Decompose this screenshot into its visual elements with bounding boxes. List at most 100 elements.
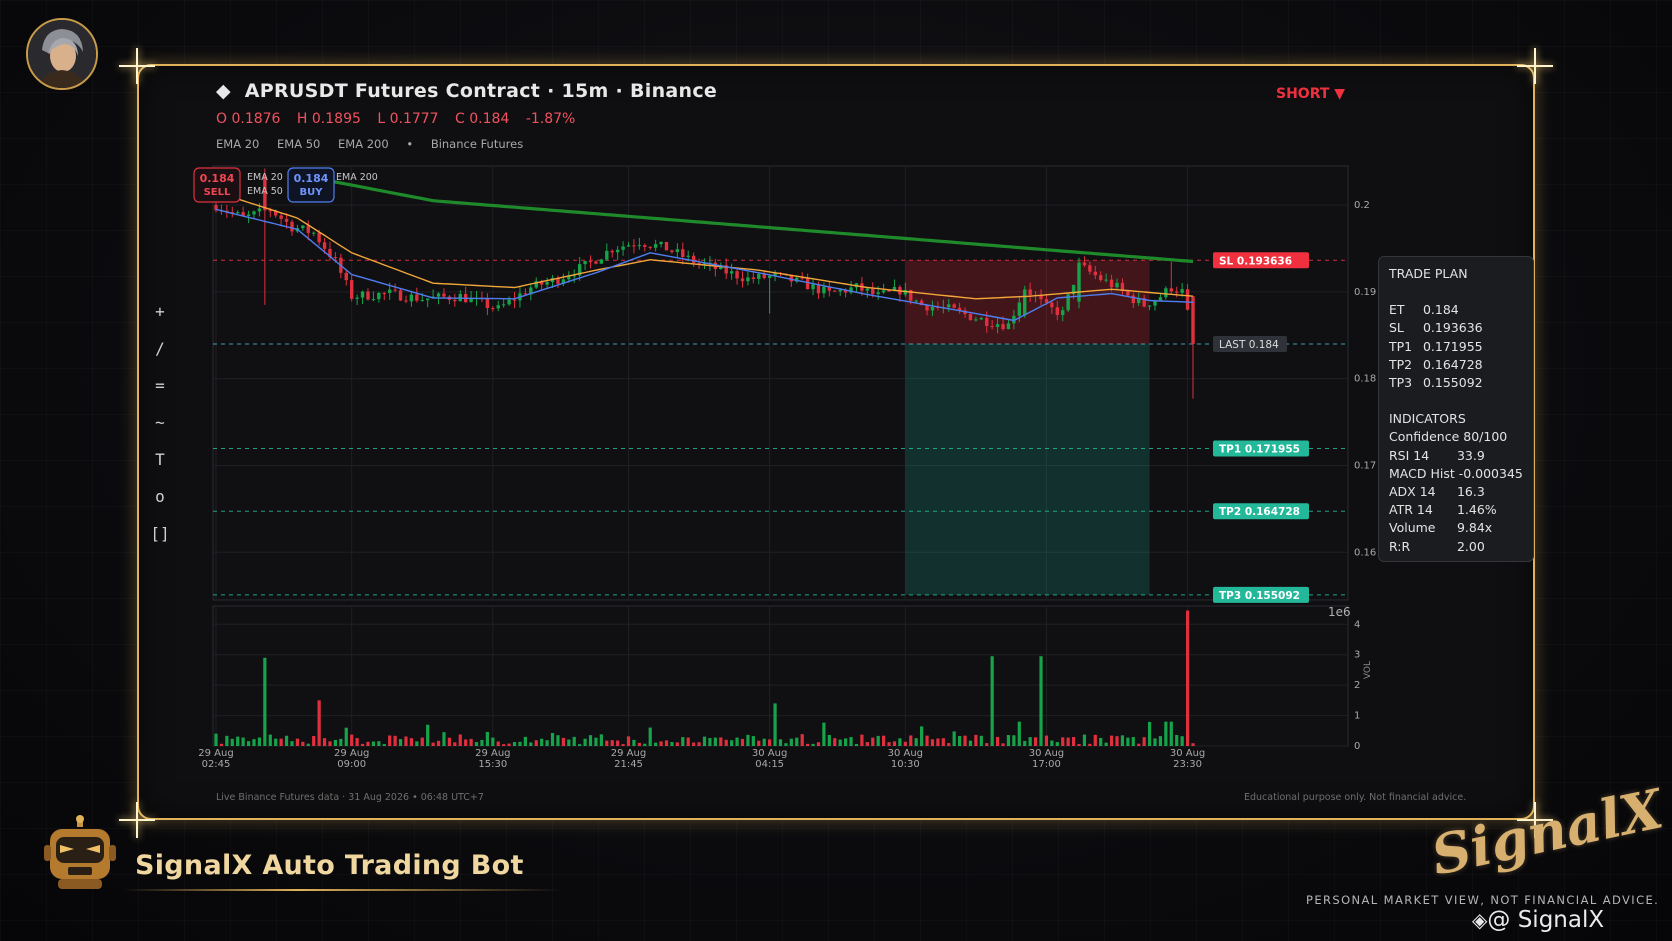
volume-bar [469, 738, 473, 746]
candle-body [398, 290, 403, 301]
candle-body [1039, 295, 1043, 300]
indicator-value: 9.84x [1453, 520, 1493, 536]
indicator-row: ADX 14 16.3 [1389, 483, 1523, 501]
volume-bar [214, 733, 218, 746]
volume-bar [1039, 656, 1043, 746]
volume-bar [610, 740, 614, 746]
candle-body [822, 286, 826, 294]
x-tick-date: 30 Aug [752, 748, 787, 759]
candle-body [1088, 265, 1092, 272]
volume-bar [529, 742, 533, 746]
candle-body [757, 273, 761, 279]
trade-plan-row: SL 0.193636 [1389, 319, 1523, 337]
volume-bar [1077, 743, 1081, 746]
volume-bar [1126, 737, 1130, 746]
volume-bar [648, 727, 652, 746]
trade-plan-key: TP1 [1389, 338, 1413, 354]
volume-bar [339, 738, 343, 746]
candle-body [322, 242, 327, 249]
volume-bar [762, 738, 766, 746]
volume-bar [871, 737, 875, 746]
volume-bar [675, 742, 679, 746]
trade-plan-value: 0.184 [1419, 302, 1459, 318]
x-tick-date: 30 Aug [1170, 748, 1205, 759]
volume-bar [236, 736, 240, 746]
volume-bar [507, 743, 511, 746]
volume-bar [1061, 737, 1065, 746]
candle-body [621, 246, 625, 250]
candle-body [1017, 302, 1022, 316]
candle-body [409, 294, 414, 302]
volume-bar [1012, 735, 1016, 746]
volume-bar [572, 736, 576, 746]
indicator-key: ADX 14 [1389, 484, 1436, 500]
volume-bar [1115, 736, 1119, 746]
volume-bar [822, 722, 826, 746]
volume-bar [1180, 736, 1184, 746]
volume-bar [1158, 736, 1163, 746]
social-handle: ◈@ SignalX [1472, 907, 1604, 933]
candle-body [355, 297, 359, 299]
volume-bar [333, 739, 338, 746]
candle-body [610, 250, 614, 253]
candle-body [632, 245, 636, 247]
volume-bar [257, 737, 262, 746]
volume-bar [697, 742, 701, 746]
candle-body [751, 277, 756, 279]
volume-bar [1082, 734, 1087, 746]
volume-bar [616, 740, 620, 746]
volume-bar [382, 744, 386, 746]
y-tick-label: 0.2 [1354, 200, 1370, 211]
volume-bar [1169, 721, 1173, 746]
volume-bar [730, 740, 734, 746]
indicator-row: ATR 14 1.46% [1389, 501, 1523, 519]
candle-body [670, 250, 674, 252]
candle-body [393, 289, 397, 291]
indicator-value: 1.46% [1453, 502, 1497, 518]
candle-body [615, 249, 620, 253]
volume-bar [1153, 738, 1157, 746]
volume-bar [474, 742, 479, 746]
candle-body [1115, 282, 1119, 288]
disclaimer-footnote: Educational purpose only. Not financial … [1244, 792, 1467, 803]
candle-body [545, 282, 549, 285]
candle-body [740, 278, 745, 282]
x-tick-time: 09:00 [337, 759, 366, 770]
candle-body [333, 257, 338, 259]
volume-bar [751, 736, 755, 746]
candle-body [371, 299, 376, 301]
trade-plan-title: TRADE PLAN [1389, 266, 1468, 281]
volume-bar [1028, 737, 1032, 746]
volume-bar [344, 727, 348, 746]
candle-body [415, 294, 419, 301]
level-label-sl: SL 0.193636 [1219, 255, 1292, 267]
volume-bar [219, 743, 224, 746]
volume-bar [322, 738, 327, 746]
volume-bar [844, 738, 848, 746]
volume-bar [496, 741, 500, 746]
candle-body [420, 300, 424, 302]
indicator-key: ATR 14 [1389, 502, 1433, 518]
volume-bar [838, 739, 842, 746]
volume-bar [398, 739, 403, 746]
volume-bar [789, 738, 793, 746]
candle-body [1191, 296, 1195, 344]
x-tick-date: 29 Aug [198, 748, 233, 759]
volume-bar [795, 737, 799, 746]
volume-tick-label: 4 [1354, 619, 1360, 630]
volume-bar [1120, 735, 1125, 746]
volume-bar [301, 741, 305, 746]
candle-body [648, 246, 652, 248]
volume-bar [1071, 737, 1076, 746]
candle-body [767, 275, 772, 278]
volume-bar [654, 742, 658, 746]
volume-bar [800, 734, 804, 746]
volume-bar [518, 741, 522, 746]
candle-body [236, 212, 240, 214]
volume-bar [735, 737, 739, 746]
candle-body [1099, 275, 1103, 281]
trade-plan-key: TP2 [1389, 356, 1413, 372]
candle-body [1093, 271, 1097, 276]
volume-bar [328, 741, 332, 746]
volume-bar [360, 743, 365, 746]
